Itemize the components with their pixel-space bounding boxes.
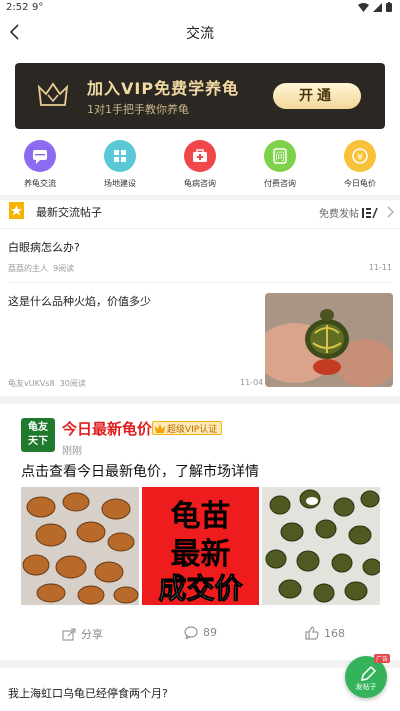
- new-post-fab[interactable]: 发帖子 广告: [345, 654, 390, 698]
- screen: 2:52 9° 交流 加入VIP免费学养龟 1对1手把手教你养龟 开通 养龟交流: [0, 0, 400, 711]
- edit-lines-icon: [362, 207, 378, 218]
- list-item[interactable]: 我上海虹口乌龟已经停食两个月?: [0, 676, 400, 706]
- divider: [0, 228, 400, 229]
- nav-label: 养龟交流: [24, 179, 56, 188]
- status-time: 2:52: [6, 2, 29, 13]
- nav-label: 龟病咨询: [184, 179, 216, 188]
- badge-label: 超级VIP认证: [167, 424, 218, 435]
- post-question: 这是什么品种火焰，价值多少: [8, 295, 151, 308]
- nav-item-site[interactable]: 场地建设: [80, 140, 160, 192]
- page-title: 交流: [186, 26, 214, 42]
- post-meta: 荔荔的主人 9阅读: [8, 263, 74, 274]
- like-count: 168: [324, 626, 345, 640]
- list-item[interactable]: 白眼病怎么办? 荔荔的主人 9阅读 11-11: [0, 232, 400, 278]
- chevron-right-icon[interactable]: [386, 206, 394, 218]
- share-icon: [62, 627, 76, 641]
- ad-tag: 广告: [373, 654, 390, 663]
- yuan-coin-icon: ¥: [344, 140, 376, 172]
- logo-text: 龟友天下: [28, 422, 48, 447]
- vip-subtitle: 1对1手把手教你养龟: [87, 103, 189, 116]
- thumbs-up-icon: [305, 626, 319, 640]
- vip-badge: 超级VIP认证: [152, 421, 223, 435]
- svg-text:¥: ¥: [357, 153, 363, 163]
- nav-item-chat[interactable]: 养龟交流: [0, 140, 80, 192]
- svg-text:问: 问: [275, 150, 285, 163]
- post-views: 9阅读: [53, 264, 75, 273]
- signal-icon: [373, 2, 382, 12]
- status-bar: 2:52 9°: [0, 0, 400, 16]
- vip-title: 加入VIP免费学养龟: [87, 79, 240, 98]
- nav-item-disease[interactable]: 龟病咨询: [160, 140, 240, 192]
- bookmark-star-icon: [9, 202, 24, 219]
- quick-nav: 养龟交流 场地建设 龟病咨询 问 付费咨询 ¥ 今日龟价: [0, 140, 400, 192]
- status-icons: [358, 2, 392, 12]
- like-button[interactable]: 168: [305, 626, 345, 640]
- free-post-link[interactable]: 免费发帖: [319, 205, 378, 220]
- post-question: 我上海虹口乌龟已经停食两个月?: [8, 687, 168, 700]
- post-text: 点击查看今日最新龟价，了解市场详情: [21, 464, 259, 480]
- section-gap: [0, 396, 400, 404]
- nav-label: 今日龟价: [344, 179, 376, 188]
- nav-item-paid[interactable]: 问 付费咨询: [240, 140, 320, 192]
- top-bar: 交流: [0, 16, 400, 48]
- nav-label: 付费咨询: [264, 179, 296, 188]
- post-views: 30阅读: [59, 379, 86, 388]
- free-post-label: 免费发帖: [319, 209, 359, 220]
- brand-logo: 龟友天下: [21, 418, 55, 452]
- nav-label: 场地建设: [104, 179, 136, 188]
- featured-post[interactable]: 龟友天下 今日最新龟价 超级VIP认证 刚刚 点击查看今日最新龟价，了解市场详情: [0, 404, 400, 656]
- comment-count: 89: [203, 626, 217, 639]
- post-meta: 龟友vUKVs8 30阅读: [8, 378, 86, 389]
- post-author: 龟友vUKVs8: [8, 379, 55, 388]
- vip-crown-icon: [37, 82, 69, 106]
- vip-open-button[interactable]: 开通: [273, 83, 361, 109]
- post-date: 11-11: [368, 263, 392, 272]
- share-label: 分享: [81, 628, 103, 641]
- image-row: 龟苗 最新 成交价: [21, 487, 381, 606]
- post-date: 11-04: [240, 378, 264, 387]
- list-item[interactable]: 这是什么品种火焰，价值多少 龟友vUKVs8 30阅读 11-04: [0, 283, 400, 393]
- share-button[interactable]: 分享: [62, 626, 103, 642]
- nav-item-price[interactable]: ¥ 今日龟价: [320, 140, 400, 192]
- fab-label: 发帖子: [355, 683, 377, 691]
- section-title: 最新交流帖子: [36, 206, 102, 219]
- poster-line-3: 成交价: [158, 572, 243, 606]
- comment-button[interactable]: 89: [184, 626, 217, 639]
- post-author: 荔荔的主人: [8, 264, 48, 273]
- baby-turtles-photo: [262, 487, 381, 605]
- post-question: 白眼病怎么办?: [8, 241, 80, 254]
- poster-name: 今日最新龟价: [62, 420, 153, 438]
- turtle-pile-photo: [21, 487, 139, 605]
- section-header: 最新交流帖子 免费发帖: [0, 200, 400, 226]
- turtle-photo: [265, 293, 393, 387]
- post-time: 刚刚: [62, 446, 82, 457]
- medical-kit-icon: [184, 140, 216, 172]
- action-bar: 分享 89 168: [0, 622, 400, 646]
- section-gap: [0, 660, 400, 668]
- battery-icon: [386, 2, 392, 12]
- vip-banner[interactable]: 加入VIP免费学养龟 1对1手把手教你养龟 开通: [15, 63, 385, 129]
- price-poster-image: 龟苗 最新 成交价: [141, 487, 260, 606]
- question-icon: 问: [264, 140, 296, 172]
- crown-icon: [155, 423, 165, 433]
- comment-icon: [184, 626, 198, 639]
- status-temp: 9°: [32, 2, 44, 13]
- chat-icon: [24, 140, 56, 172]
- wifi-icon: [358, 2, 369, 12]
- grid-icon: [104, 140, 136, 172]
